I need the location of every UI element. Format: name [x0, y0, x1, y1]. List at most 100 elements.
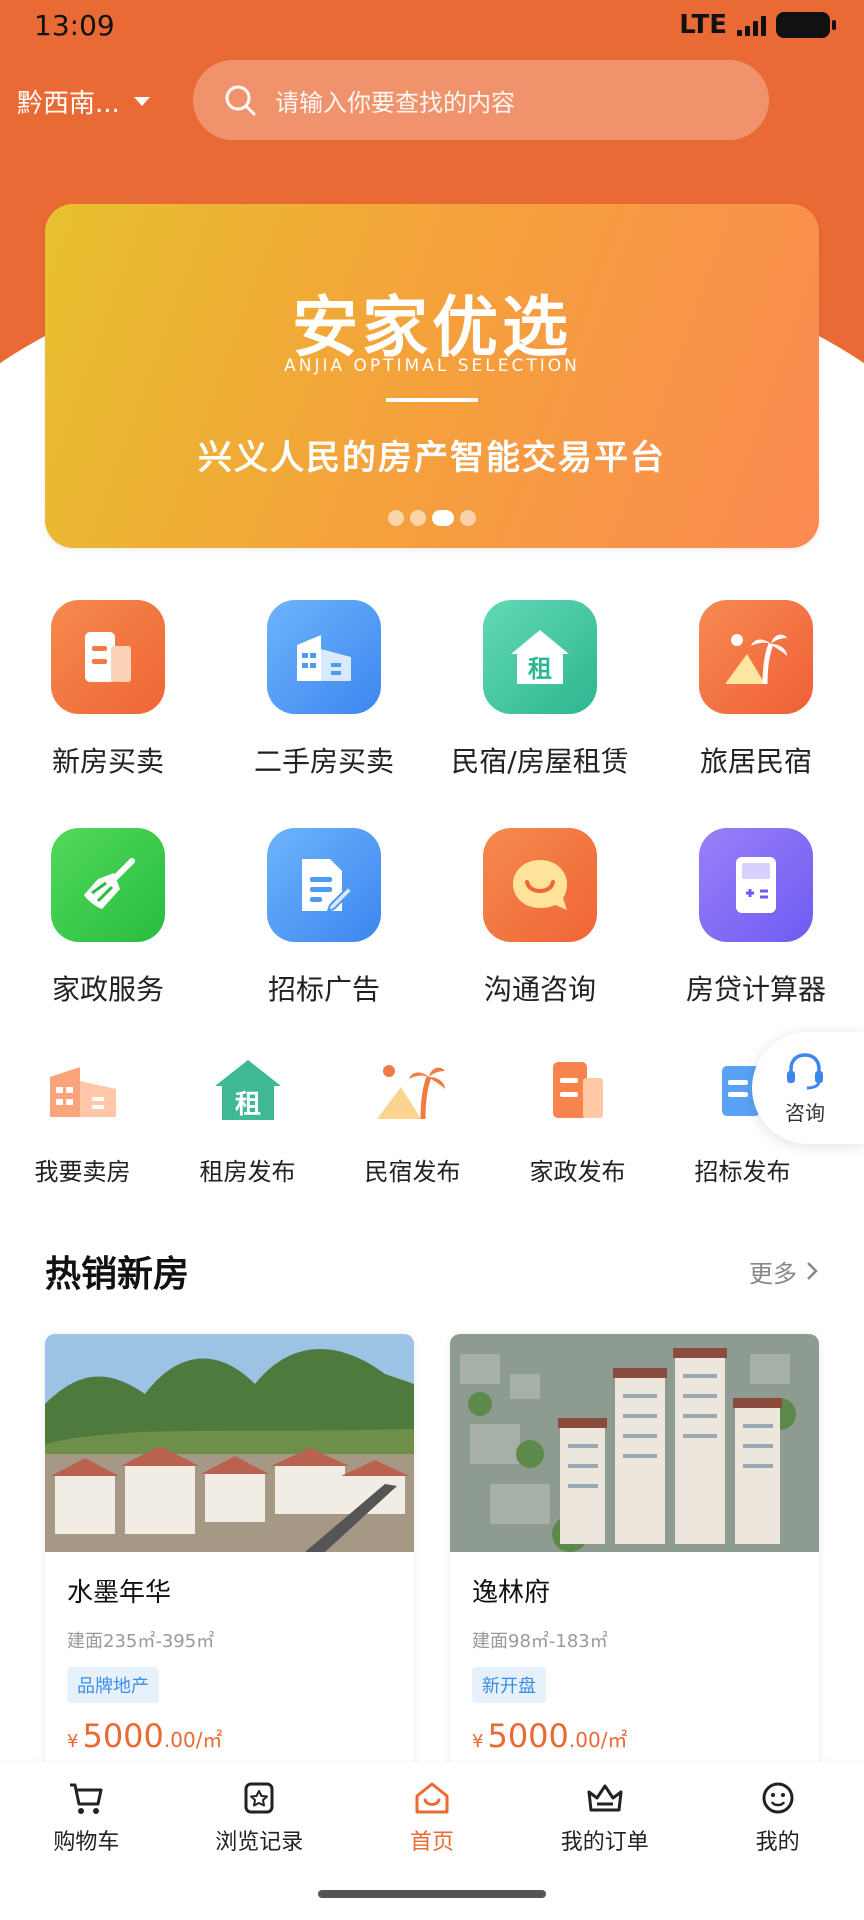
- location-selector[interactable]: 黔西南...: [17, 83, 177, 120]
- apartment-icon: [267, 600, 381, 714]
- search-icon: [225, 85, 256, 116]
- quick-label: 家政发布: [529, 1158, 626, 1186]
- hot-section-header: 热销新房 更多: [45, 1245, 819, 1297]
- top-header: 黔西南... 请输入你要查找的内容: [0, 60, 864, 142]
- more-label: 更多: [749, 1259, 797, 1288]
- quick-housekeeping-publish[interactable]: 家政发布: [495, 1050, 660, 1187]
- more-link[interactable]: 更多: [749, 1254, 819, 1289]
- service-grid: 新房买卖 二手房买卖 租 民宿/房屋租赁 旅居民宿 家政服务 招标广告 沟通咨询…: [0, 600, 864, 1008]
- cart-icon: [70, 1783, 103, 1814]
- service-label: 沟通咨询: [483, 973, 596, 1006]
- svg-text:租: 租: [234, 1090, 260, 1120]
- palm-tree-icon: [699, 600, 813, 714]
- consult-floating-button[interactable]: 咨询: [752, 1032, 864, 1144]
- listing-tag: 新开盘: [472, 1667, 546, 1703]
- listing-area: 建面98㎡-183㎡: [472, 1631, 608, 1652]
- chat-smile-icon: [483, 828, 597, 942]
- network-type: LTE: [679, 10, 727, 40]
- banner-slogan: 兴义人民的房产智能交易平台: [198, 438, 666, 478]
- listing-name: 水墨年华: [67, 1578, 172, 1608]
- quick-actions: 我要卖房 租 租房发布 民宿发布 家政发布 招标发布: [0, 1050, 864, 1187]
- headset-icon: [787, 1052, 823, 1089]
- listing-tag: 品牌地产: [67, 1667, 159, 1703]
- service-label: 家政服务: [51, 973, 164, 1006]
- tab-label: 浏览记录: [215, 1830, 304, 1855]
- consult-label: 咨询: [785, 1100, 825, 1125]
- tab-label: 我的: [755, 1830, 800, 1855]
- svg-text:租: 租: [528, 655, 552, 683]
- price-currency: ¥: [67, 1731, 79, 1752]
- banner-divider: [386, 398, 478, 402]
- search-placeholder: 请输入你要查找的内容: [275, 88, 515, 117]
- chevron-down-icon: [133, 96, 150, 106]
- tab-label: 我的订单: [560, 1830, 649, 1855]
- broom-icon: [51, 828, 165, 942]
- service-label: 二手房买卖: [253, 745, 394, 778]
- tab-label: 首页: [409, 1830, 454, 1855]
- signal-icon: [737, 14, 766, 36]
- quick-label: 租房发布: [199, 1158, 296, 1186]
- quick-label: 民宿发布: [364, 1158, 461, 1186]
- service-label: 旅居民宿: [699, 745, 812, 778]
- service-label: 招标广告: [267, 973, 380, 1006]
- status-time: 13:09: [34, 8, 115, 42]
- listing-photo: [45, 1334, 414, 1552]
- profile-icon: [762, 1782, 794, 1814]
- housekeeping-publish-icon: [538, 1050, 618, 1130]
- price-currency: ¥: [472, 1731, 484, 1752]
- orders-icon: [587, 1784, 623, 1812]
- home-icon: [415, 1782, 449, 1814]
- listing-card[interactable]: 水墨年华 建面235㎡-395㎡ 品牌地产 ¥ 5000 .00/㎡: [45, 1334, 414, 1774]
- service-label: 新房买卖: [51, 745, 164, 778]
- price-unit: .00/㎡: [568, 1728, 628, 1752]
- document-edit-icon: [267, 828, 381, 942]
- service-new-house[interactable]: 新房买卖: [0, 600, 216, 780]
- listing-photo: [450, 1334, 819, 1552]
- carousel-dots: [45, 510, 819, 526]
- listing-name: 逸林府: [472, 1578, 551, 1608]
- carousel-dot-active[interactable]: [432, 510, 454, 526]
- quick-rent-publish[interactable]: 租 租房发布: [165, 1050, 330, 1187]
- quick-label: 招标发布: [694, 1158, 791, 1186]
- listing-price: ¥ 5000 .00/㎡: [67, 1717, 392, 1755]
- tab-profile[interactable]: 我的: [691, 1762, 864, 1920]
- listing-area: 建面235㎡-395㎡: [67, 1631, 215, 1652]
- tab-label: 购物车: [53, 1830, 120, 1855]
- battery-icon: [776, 12, 836, 38]
- price-value: 5000: [487, 1717, 569, 1755]
- status-bar: 13:09 LTE: [0, 0, 864, 50]
- listing-price: ¥ 5000 .00/㎡: [472, 1717, 797, 1755]
- carousel-dot[interactable]: [388, 510, 404, 526]
- home-indicator[interactable]: [318, 1890, 546, 1898]
- quick-homestay-publish[interactable]: 民宿发布: [330, 1050, 495, 1187]
- service-second-hand[interactable]: 二手房买卖: [216, 600, 432, 780]
- service-housekeeping[interactable]: 家政服务: [0, 828, 216, 1008]
- carousel-dot[interactable]: [460, 510, 476, 526]
- listing-cards: 水墨年华 建面235㎡-395㎡ 品牌地产 ¥ 5000 .00/㎡ 逸林府 建…: [45, 1334, 819, 1774]
- chevron-right-icon: [807, 1262, 818, 1280]
- calculator-icon: [699, 828, 813, 942]
- rent-house-icon: 租: [483, 600, 597, 714]
- section-title: 热销新房: [45, 1254, 190, 1295]
- sell-house-icon: [43, 1050, 123, 1130]
- price-value: 5000: [82, 1717, 164, 1755]
- carousel-dot[interactable]: [410, 510, 426, 526]
- banner-subtitle: ANJIA OPTIMAL SELECTION: [284, 356, 580, 376]
- rent-publish-icon: 租: [208, 1050, 288, 1130]
- service-tender-ad[interactable]: 招标广告: [216, 828, 432, 1008]
- building-doc-icon: [51, 600, 165, 714]
- service-label: 民宿/房屋租赁: [451, 745, 629, 778]
- service-label: 房贷计算器: [685, 973, 826, 1006]
- service-travel-stay[interactable]: 旅居民宿: [648, 600, 864, 780]
- listing-card[interactable]: 逸林府 建面98㎡-183㎡ 新开盘 ¥ 5000 .00/㎡: [450, 1334, 819, 1774]
- homestay-publish-icon: [373, 1050, 453, 1130]
- service-loan-calculator[interactable]: 房贷计算器: [648, 828, 864, 1008]
- service-consulting[interactable]: 沟通咨询: [432, 828, 648, 1008]
- promo-banner[interactable]: 安家优选 ANJIA OPTIMAL SELECTION 兴义人民的房产智能交易…: [45, 204, 819, 548]
- tab-cart[interactable]: 购物车: [0, 1762, 173, 1920]
- price-unit: .00/㎡: [163, 1728, 223, 1752]
- service-rental[interactable]: 租 民宿/房屋租赁: [432, 600, 648, 780]
- search-input[interactable]: 请输入你要查找的内容: [193, 60, 769, 140]
- quick-sell-house[interactable]: 我要卖房: [0, 1050, 165, 1187]
- history-icon: [244, 1782, 274, 1814]
